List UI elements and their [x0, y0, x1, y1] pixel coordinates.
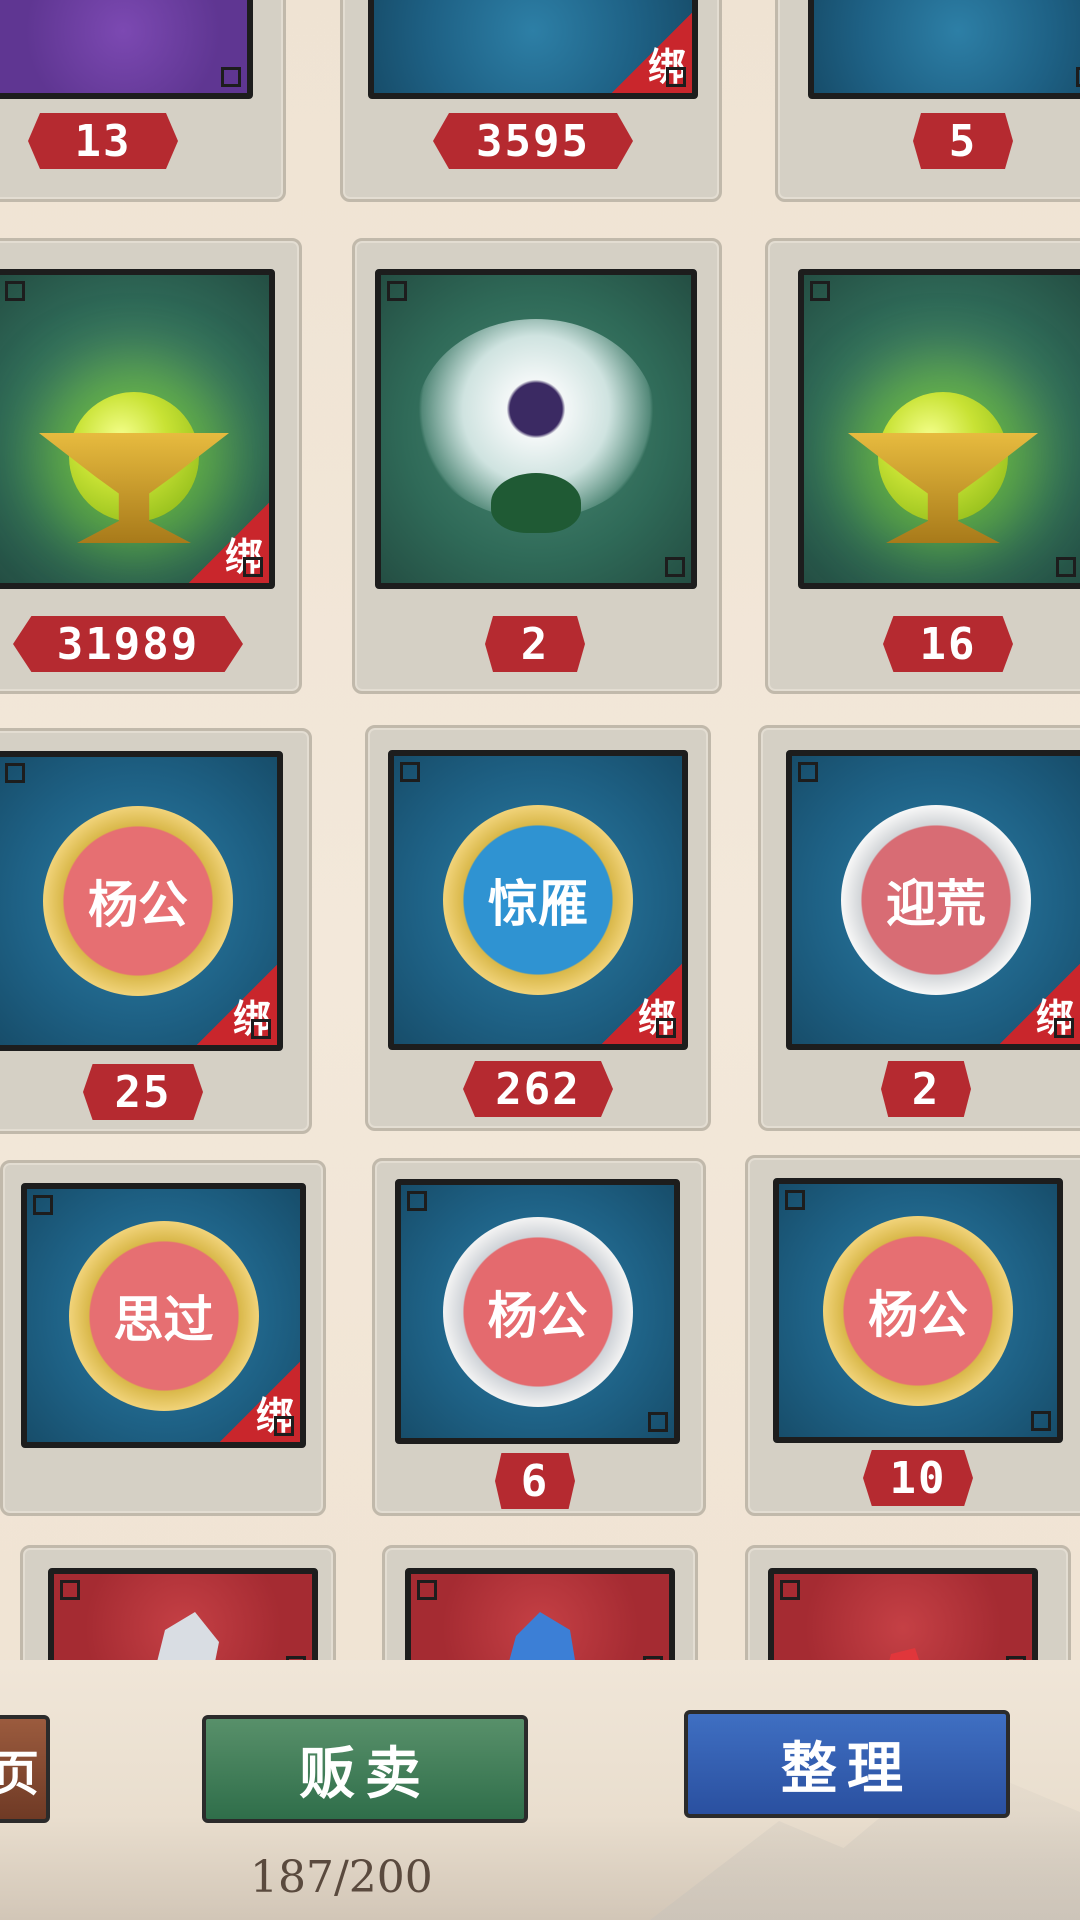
- item-quantity: 6: [495, 1453, 575, 1509]
- item-tile: 杨公 绑: [0, 751, 283, 1051]
- item-quantity: 16: [883, 616, 1013, 672]
- inventory-slot[interactable]: 绑 31989: [0, 238, 302, 694]
- inventory-slot[interactable]: [20, 1545, 336, 1688]
- golden-cup-icon: [848, 433, 1038, 543]
- item-tile: 杨公: [773, 1178, 1063, 1443]
- leaf-icon: [491, 473, 581, 533]
- item-tile: 思过 绑: [21, 1183, 306, 1448]
- left-partial-button[interactable]: 页: [0, 1715, 50, 1823]
- item-tile: 惊雁 绑: [388, 750, 688, 1050]
- item-quantity: 13: [28, 113, 178, 169]
- inventory-slot[interactable]: 杨公 6: [372, 1158, 706, 1516]
- inventory-slot[interactable]: 迎荒 绑 2: [758, 725, 1080, 1131]
- inventory-slot[interactable]: [382, 1545, 698, 1688]
- inventory-capacity: 187/200: [250, 1852, 433, 1903]
- item-quantity: 10: [863, 1450, 973, 1506]
- sell-button[interactable]: 贩卖: [202, 1715, 528, 1823]
- inventory-slot[interactable]: [745, 1545, 1071, 1688]
- item-quantity: 2: [485, 616, 585, 672]
- inventory-slot[interactable]: 5: [775, 0, 1080, 202]
- bind-badge: 绑: [220, 1362, 300, 1442]
- bind-badge: 绑: [1000, 964, 1080, 1044]
- item-quantity: 25: [83, 1064, 203, 1120]
- item-tile: 绑: [0, 269, 275, 589]
- inventory-slot[interactable]: 绑 3595: [340, 0, 722, 202]
- item-quantity: 2: [881, 1061, 971, 1117]
- inventory-slot[interactable]: 2: [352, 238, 722, 694]
- bind-badge: 绑: [602, 964, 682, 1044]
- item-tile: [798, 269, 1080, 589]
- inventory-slot[interactable]: 思过 绑: [0, 1160, 326, 1516]
- item-quantity: 31989: [13, 616, 243, 672]
- item-tile: [0, 0, 253, 99]
- item-tile: 绑: [368, 0, 698, 99]
- inventory-grid: 13 绑 3595 5 绑 31989 2 16 杨公 绑 25 惊雁 绑 26…: [0, 0, 1080, 1688]
- inventory-slot[interactable]: 惊雁 绑 262: [365, 725, 711, 1131]
- inventory-slot[interactable]: 杨公 10: [745, 1155, 1080, 1516]
- item-tile: [375, 269, 697, 589]
- item-tile: 迎荒 绑: [786, 750, 1080, 1050]
- inventory-slot[interactable]: 16: [765, 238, 1080, 694]
- item-tile: 杨公: [395, 1179, 680, 1444]
- item-tile: [808, 0, 1080, 99]
- inventory-slot[interactable]: 杨公 绑 25: [0, 728, 312, 1134]
- bind-badge: 绑: [197, 965, 277, 1045]
- bind-badge: 绑: [612, 13, 692, 93]
- item-quantity: 3595: [433, 113, 633, 169]
- medal-icon: 杨公: [442, 1216, 633, 1407]
- inventory-slot[interactable]: 13: [0, 0, 286, 202]
- item-quantity: 262: [463, 1061, 613, 1117]
- bind-badge: 绑: [189, 503, 269, 583]
- medal-icon: 杨公: [823, 1215, 1013, 1406]
- sort-button[interactable]: 整理: [684, 1710, 1010, 1818]
- item-quantity: 5: [913, 113, 1013, 169]
